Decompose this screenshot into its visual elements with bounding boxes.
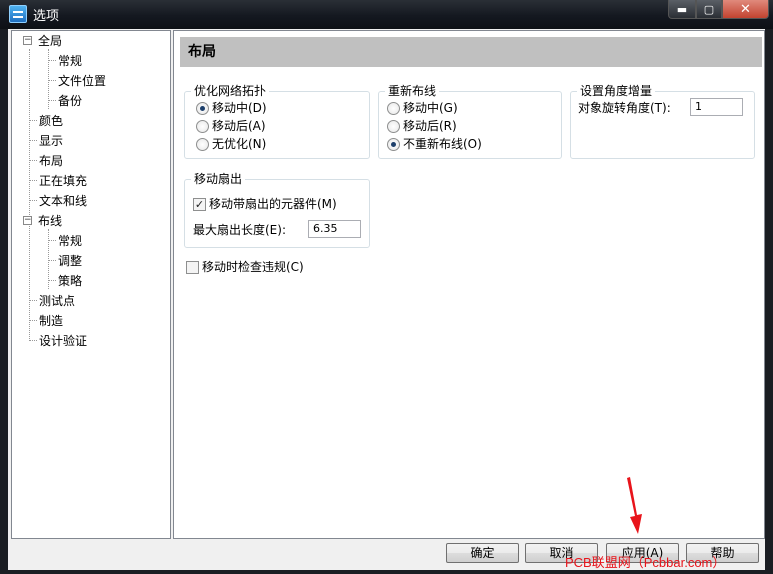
- tree-line: [29, 160, 37, 161]
- tree-line: [29, 180, 37, 181]
- option-label: 移动带扇出的元器件(M): [209, 197, 337, 211]
- maximize-button[interactable]: ▢: [696, 0, 722, 19]
- radio-icon[interactable]: [196, 119, 209, 133]
- tree-line: [29, 340, 37, 341]
- options-tree[interactable]: − 全局 常规 文件位置 备份 颜色 显示 布局 正在填充 文本和线 − 布线 …: [11, 30, 171, 539]
- tree-item-label: 布线: [38, 214, 63, 228]
- option-label: 移动中(G): [403, 101, 458, 115]
- group-title: 移动扇出: [191, 172, 246, 186]
- no-optimize-radio[interactable]: 无优化(N): [196, 136, 266, 152]
- settings-panel: 布局 优化网络拓扑 移动中(D) 移动后(A) 无优化(N) 重新布线 移动中(…: [173, 30, 765, 539]
- optimize-after-move-radio[interactable]: 移动后(A): [196, 118, 266, 134]
- max-fanout-length-input[interactable]: 6.35: [308, 220, 361, 238]
- collapse-icon[interactable]: −: [23, 36, 32, 45]
- close-button[interactable]: ✕: [722, 0, 769, 19]
- page-title: 布局: [180, 37, 762, 67]
- tree-line: [29, 300, 37, 301]
- tree-line: [48, 100, 56, 101]
- collapse-icon[interactable]: −: [23, 216, 32, 225]
- check-violations-checkbox[interactable]: 移动时检查违规(C): [186, 259, 304, 275]
- tree-item-label: 全局: [38, 34, 63, 48]
- group-title: 优化网络拓扑: [191, 84, 270, 98]
- optimize-during-move-radio[interactable]: 移动中(D): [196, 100, 267, 116]
- tree-line: [29, 49, 30, 339]
- radio-selected-icon[interactable]: [196, 101, 209, 115]
- title-bar: 选项 ▬ ▢ ✕: [0, 0, 773, 29]
- checkbox-checked-icon[interactable]: ✓: [193, 197, 206, 211]
- rotation-angle-input[interactable]: 1: [690, 98, 743, 116]
- optimize-topology-group: 优化网络拓扑 移动中(D) 移动后(A) 无优化(N): [184, 84, 370, 159]
- window-frame-left: [0, 29, 8, 574]
- tree-item-routing-general[interactable]: 常规: [58, 232, 82, 250]
- reroute-group: 重新布线 移动中(G) 移动后(R) 不重新布线(O): [378, 84, 562, 159]
- minimize-button[interactable]: ▬: [668, 0, 696, 19]
- tree-line: [29, 200, 37, 201]
- app-icon: [9, 5, 27, 23]
- option-label: 移动后(A): [212, 119, 266, 133]
- tree-item-global[interactable]: − 全局: [23, 32, 63, 50]
- option-label: 移动后(R): [403, 119, 457, 133]
- tree-line: [48, 260, 56, 261]
- tree-item-filling[interactable]: 正在填充: [39, 172, 87, 190]
- ok-button[interactable]: 确定: [446, 543, 519, 563]
- tree-item-strategy[interactable]: 策略: [58, 272, 82, 290]
- option-label: 无优化(N): [212, 137, 267, 151]
- option-label: 移动时检查违规(C): [202, 260, 304, 274]
- window-title: 选项: [33, 9, 60, 24]
- tree-item-design-verification[interactable]: 设计验证: [39, 332, 87, 350]
- tree-line: [48, 80, 56, 81]
- reroute-during-move-radio[interactable]: 移动中(G): [387, 100, 458, 116]
- reroute-after-move-radio[interactable]: 移动后(R): [387, 118, 457, 134]
- window-frame-right: [765, 29, 773, 574]
- annotation-arrow-icon: [627, 477, 642, 534]
- tree-item-backup[interactable]: 备份: [58, 92, 82, 110]
- move-fanout-group: 移动扇出 ✓ 移动带扇出的元器件(M) 最大扇出长度(E): 6.35: [184, 172, 370, 248]
- tree-item-colors[interactable]: 颜色: [39, 112, 63, 130]
- tree-line: [29, 320, 37, 321]
- watermark: PCB联盟网（Pcbbar.com）: [565, 555, 726, 570]
- option-label: 不重新布线(O): [403, 137, 482, 151]
- tree-item-global-general[interactable]: 常规: [58, 52, 82, 70]
- tree-item-layout[interactable]: 布局: [39, 152, 63, 170]
- group-title: 设置角度增量: [577, 84, 656, 98]
- radio-icon[interactable]: [387, 101, 400, 115]
- rotation-angle-label: 对象旋转角度(T):: [578, 101, 671, 115]
- tree-line: [29, 140, 37, 141]
- tree-item-text-and-lines[interactable]: 文本和线: [39, 192, 87, 210]
- move-fanout-checkbox[interactable]: ✓ 移动带扇出的元器件(M): [193, 196, 337, 212]
- tree-line: [48, 240, 56, 241]
- tree-item-adjust[interactable]: 调整: [58, 252, 82, 270]
- tree-item-manufacturing[interactable]: 制造: [39, 312, 63, 330]
- tree-line: [48, 60, 56, 61]
- tree-line: [29, 120, 37, 121]
- group-title: 重新布线: [385, 84, 440, 98]
- angle-increment-group: 设置角度增量 对象旋转角度(T): 1: [570, 84, 755, 159]
- no-reroute-radio[interactable]: 不重新布线(O): [387, 136, 482, 152]
- tree-item-display[interactable]: 显示: [39, 132, 63, 150]
- tree-item-routing[interactable]: − 布线: [23, 212, 63, 230]
- tree-item-file-locations[interactable]: 文件位置: [58, 72, 106, 90]
- radio-icon[interactable]: [196, 137, 209, 151]
- option-label: 移动中(D): [212, 101, 267, 115]
- radio-icon[interactable]: [387, 119, 400, 133]
- max-fanout-length-label: 最大扇出长度(E):: [193, 223, 286, 237]
- window-controls: ▬ ▢ ✕: [668, 0, 769, 20]
- tree-line: [48, 280, 56, 281]
- radio-selected-icon[interactable]: [387, 137, 400, 151]
- checkbox-icon[interactable]: [186, 260, 199, 274]
- tree-item-test-points[interactable]: 测试点: [39, 292, 75, 310]
